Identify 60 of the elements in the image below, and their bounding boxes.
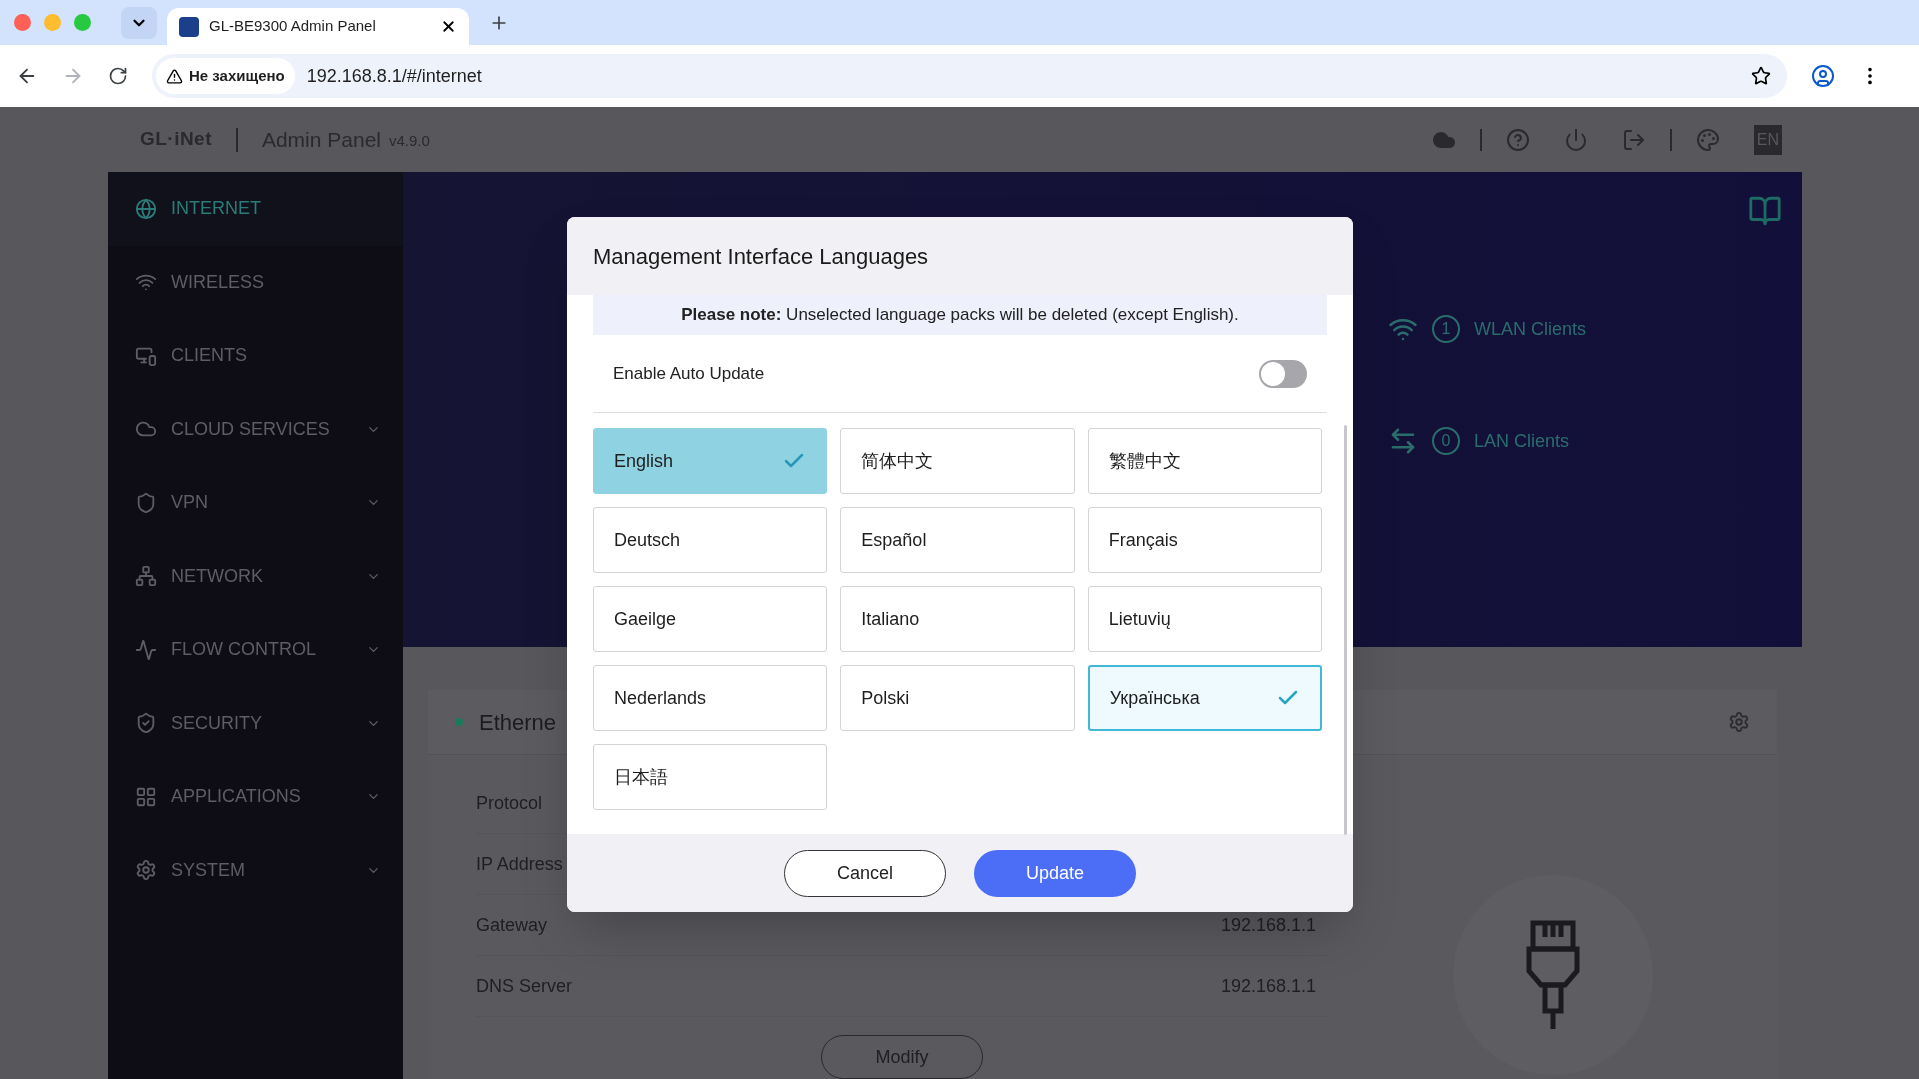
field-label: Gateway: [476, 913, 548, 937]
sidebar-item[interactable]: INTERNET: [108, 172, 403, 246]
tab-title: GL-BE9300 Admin Panel: [209, 16, 377, 37]
language-option[interactable]: Nederlands: [593, 665, 828, 731]
client-count: 1: [1432, 315, 1460, 343]
security-label: Не захищено: [189, 65, 285, 86]
palette-icon[interactable]: [1695, 127, 1720, 152]
update-button[interactable]: Update: [974, 849, 1136, 897]
auto-update-toggle[interactable]: [1259, 359, 1307, 388]
gear-icon[interactable]: [1728, 711, 1750, 733]
auto-update-label: Enable Auto Update: [613, 362, 765, 385]
browser-tab[interactable]: GL-BE9300 Admin Panel: [167, 8, 469, 45]
maximize-window-icon[interactable]: [74, 14, 91, 31]
language-option[interactable]: Lietuvių: [1087, 586, 1322, 652]
power-icon[interactable]: [1563, 127, 1588, 152]
language-option[interactable]: Українська: [1087, 665, 1322, 731]
language-option[interactable]: Polski: [840, 665, 1075, 731]
help-icon[interactable]: [1505, 127, 1530, 152]
language-option[interactable]: Español: [840, 507, 1075, 573]
address-bar[interactable]: Не захищено 192.168.8.1/#/internet: [152, 54, 1787, 98]
globe-icon: [135, 197, 157, 220]
language-option[interactable]: Italiano: [840, 586, 1075, 652]
tab-list-button[interactable]: [121, 6, 157, 39]
logout-icon[interactable]: [1621, 127, 1646, 152]
close-tab-icon[interactable]: [440, 18, 457, 35]
field-label: IP Address: [476, 852, 563, 876]
language-option[interactable]: English: [593, 428, 828, 494]
field-label: DNS Server: [476, 974, 573, 998]
language-option[interactable]: Français: [1087, 507, 1322, 573]
security-chip[interactable]: Не захищено: [156, 58, 295, 94]
minimize-window-icon[interactable]: [44, 14, 61, 31]
url-text: 192.168.8.1/#/internet: [306, 64, 483, 88]
book-icon[interactable]: [1748, 194, 1782, 228]
language-option[interactable]: 日本語: [593, 744, 828, 810]
field-value: 192.168.1.1: [1220, 974, 1316, 998]
gear-icon: [135, 859, 157, 882]
shield-check-icon: [135, 712, 157, 735]
site-favicon: [179, 16, 199, 37]
dialog-title: Management Interface Languages: [593, 242, 929, 271]
note-text: Please note: Unselected language packs will be deleted (except English).: [681, 304, 1239, 327]
warning-icon: [166, 67, 183, 85]
close-window-icon[interactable]: [14, 14, 31, 31]
network-icon: [135, 565, 157, 588]
ethernet-plug-icon: [1524, 919, 1581, 1031]
grid-icon: [135, 785, 157, 808]
client-label: LAN Clients: [1474, 429, 1570, 453]
reload-icon[interactable]: [108, 66, 128, 86]
shield-icon: [135, 491, 157, 514]
language-option[interactable]: 简体中文: [840, 428, 1075, 494]
profile-icon[interactable]: [1811, 64, 1835, 88]
client-label: WLAN Clients: [1474, 317, 1587, 341]
client-count: 0: [1432, 427, 1460, 455]
ethernet-title: Etherne: [479, 708, 557, 737]
cancel-button[interactable]: Cancel: [784, 849, 946, 897]
field-label: Protocol: [476, 791, 543, 815]
language-option[interactable]: Gaeilge: [593, 586, 828, 652]
language-option[interactable]: 繁體中文: [1087, 428, 1322, 494]
activity-icon: [135, 638, 157, 661]
language-option[interactable]: Deutsch: [593, 507, 828, 573]
bookmark-star-icon[interactable]: [1751, 66, 1771, 86]
